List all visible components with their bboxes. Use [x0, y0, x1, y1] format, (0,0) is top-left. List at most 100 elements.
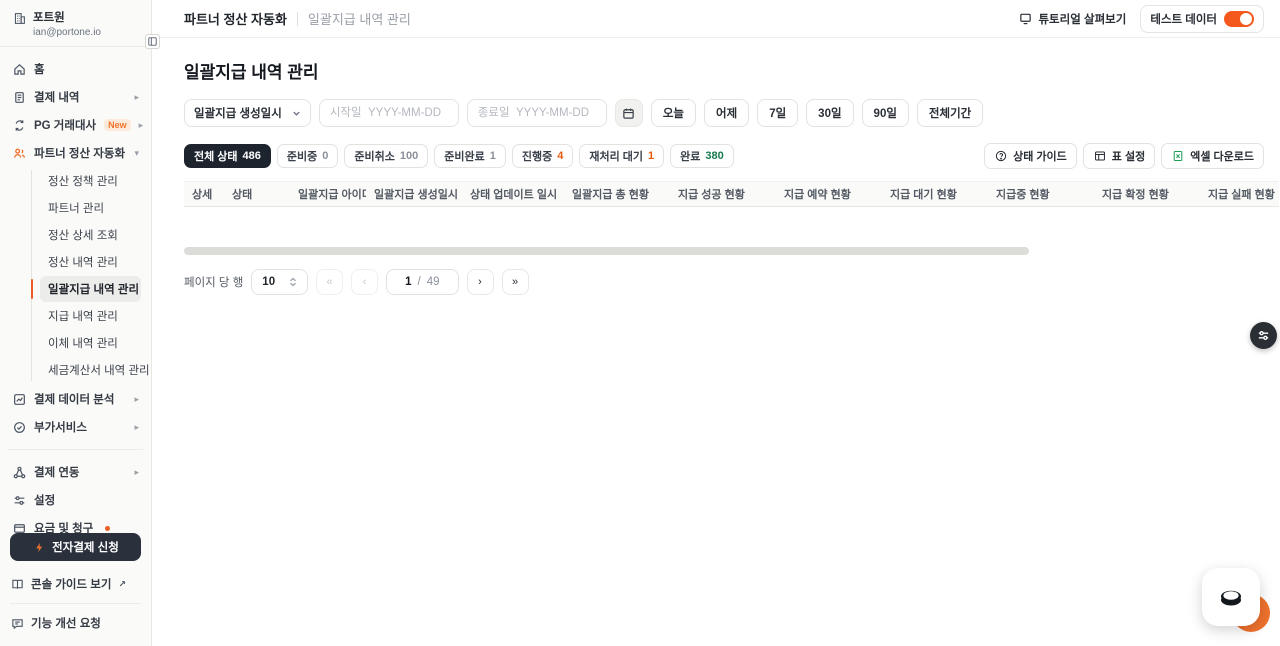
page-indicator[interactable]: 1 / 49	[386, 269, 458, 295]
sidebar-subitem[interactable]: 일괄지급 내역 관리	[40, 276, 141, 302]
tune-icon	[1257, 329, 1270, 342]
quick-range-button[interactable]: 30일	[806, 99, 853, 127]
guide-book-icon	[10, 577, 24, 591]
status-guide-button[interactable]: 상태 가이드	[984, 143, 1077, 169]
calendar-button[interactable]	[615, 99, 643, 127]
sidebar-item[interactable]: 파트너 정산 자동화 ▾	[6, 139, 145, 167]
sidebar-subitem[interactable]: 파트너 관리	[40, 195, 141, 221]
page-title: 일괄지급 내역 관리	[184, 58, 1280, 83]
status-count: 100	[400, 150, 418, 162]
epay-apply-button[interactable]: 전자결제 신청	[10, 533, 141, 561]
scrollbar-thumb[interactable]	[184, 247, 1029, 255]
sidebar-subitem[interactable]: 지급 내역 관리	[40, 303, 141, 329]
next-page-button[interactable]: ›	[467, 269, 494, 295]
status-count: 1	[648, 150, 654, 162]
sidebar-subitem[interactable]: 세금계산서 내역 관리	[40, 357, 141, 383]
sidebar-menu: 홈결제 내역 ▸ PG 거래대사New▸ 파트너 정산 자동화 ▾ 정산 정책 관리파트너…	[0, 47, 151, 533]
status-tab[interactable]: 전체 상태486	[184, 144, 271, 168]
notification-dot	[105, 526, 110, 531]
date-field-select[interactable]: 일괄지급 생성일시	[184, 99, 311, 127]
status-tab[interactable]: 준비취소100	[344, 144, 428, 168]
console-guide-link[interactable]: 콘솔 가이드 보기 ↗	[10, 571, 141, 597]
app-root: 포트원 ian@portone.io 홈결제 내역▸PG 거래대사New▸파트너…	[0, 0, 1280, 646]
sidebar-collapse-button[interactable]	[145, 34, 160, 49]
sidebar-item[interactable]: 설정	[6, 486, 145, 514]
status-tab[interactable]: 완료380	[670, 144, 734, 168]
sidebar-item[interactable]: 부가서비스▸	[6, 413, 145, 441]
status-tab[interactable]: 준비중0	[277, 144, 339, 168]
floating-filter-button[interactable]	[1250, 322, 1277, 349]
sidebar: 포트원 ian@portone.io 홈결제 내역▸PG 거래대사New▸파트너…	[0, 0, 152, 646]
settings-icon	[12, 493, 26, 507]
breadcrumb-page: 일괄지급 내역 관리	[308, 9, 411, 28]
sidebar-item[interactable]: PG 거래대사New▸	[6, 111, 145, 139]
quick-range-buttons: 오늘 어제 7일 30일 90일 전체기간	[651, 99, 983, 127]
sidebar-item[interactable]: 홈	[6, 55, 145, 83]
status-tab[interactable]: 준비완료1	[434, 144, 506, 168]
column-header: 상태 업데이트 일시	[462, 186, 564, 202]
start-date-input[interactable]	[319, 99, 459, 127]
external-link-icon: ↗	[118, 579, 126, 590]
status-count: 0	[322, 150, 328, 162]
billing-icon	[12, 521, 26, 533]
chevron-right-icon: ▸	[134, 394, 139, 405]
quick-range-button[interactable]: 7일	[757, 99, 798, 127]
status-tabs: 전체 상태486준비중0준비취소100준비완료1진행중4재처리 대기1완료380	[184, 144, 734, 168]
sidebar-item[interactable]: 요금 및 청구	[6, 514, 145, 533]
sidebar-subitem[interactable]: 이체 내역 관리	[40, 330, 141, 356]
main-area: 파트너 정산 자동화 일괄지급 내역 관리 튜토리얼 살펴보기 테스트 데이터 …	[152, 0, 1280, 646]
table-container: 상세상태일괄지급 아이디일괄지급 생성일시상태 업데이트 일시일괄지급 총 현황…	[184, 181, 1279, 207]
chat-widget-button[interactable]	[1202, 568, 1260, 626]
divider	[10, 603, 141, 604]
sidebar-item-label: 부가서비스	[34, 419, 87, 435]
receipt-icon	[12, 90, 26, 104]
table-settings-button[interactable]: 표 설정	[1083, 143, 1155, 169]
chevron-down-icon	[292, 109, 301, 118]
sidebar-subitem[interactable]: 정산 정책 관리	[40, 168, 141, 194]
quick-range-button[interactable]: 전체기간	[917, 99, 983, 127]
status-count: 4	[557, 150, 563, 162]
page-size-select[interactable]: 10	[251, 269, 308, 295]
filter-row: 일괄지급 생성일시 오늘 어제 7일 30일 90일 전체기간	[184, 99, 1280, 127]
question-icon	[994, 149, 1008, 163]
status-tab[interactable]: 재처리 대기1	[579, 144, 664, 168]
column-header: 상세	[184, 186, 224, 202]
divider	[8, 449, 143, 450]
chevron-down-icon: ▾	[134, 148, 139, 159]
account-switcher[interactable]: 포트원 ian@portone.io	[0, 0, 151, 47]
quick-range-button[interactable]: 90일	[862, 99, 909, 127]
chevron-right-icon: ▸	[134, 467, 139, 478]
sidebar-item-label: PG 거래대사	[34, 117, 96, 133]
rows-per-page-label: 페이지 당 행	[184, 274, 243, 290]
sidebar-item[interactable]: 결제 내역 ▸	[6, 83, 145, 111]
sidebar-subitem[interactable]: 정산 내역 관리	[40, 249, 141, 275]
feedback-icon	[10, 616, 24, 630]
first-page-button[interactable]: «	[316, 269, 343, 295]
sidebar-item[interactable]: 결제 데이터 분석▸	[6, 385, 145, 413]
excel-icon	[1171, 149, 1185, 163]
integration-icon	[12, 465, 26, 479]
excel-download-button[interactable]: 엑셀 다운로드	[1161, 143, 1264, 169]
home-icon	[12, 62, 26, 76]
test-data-toggle[interactable]	[1224, 11, 1254, 27]
test-data-toggle-pill[interactable]: 테스트 데이터	[1140, 5, 1264, 33]
column-header: 상태	[224, 186, 290, 202]
quick-range-button[interactable]: 어제	[704, 99, 749, 127]
breadcrumb-section[interactable]: 파트너 정산 자동화	[184, 9, 287, 28]
tutorial-button[interactable]: 튜토리얼 살펴보기	[1018, 11, 1126, 27]
chevron-right-icon: ▸	[134, 92, 139, 103]
last-page-button[interactable]: »	[502, 269, 529, 295]
feature-request-link[interactable]: 기능 개선 요청	[10, 610, 141, 636]
status-tab[interactable]: 진행중4	[512, 144, 574, 168]
quick-range-button[interactable]: 오늘	[651, 99, 696, 127]
prev-page-button[interactable]: ‹	[351, 269, 378, 295]
addon-icon	[12, 420, 26, 434]
account-email: ian@portone.io	[33, 27, 101, 38]
sidebar-item-label: 파트너 정산 자동화	[34, 145, 125, 161]
sidebar-item[interactable]: 결제 연동▸	[6, 458, 145, 486]
sidebar-item-label: 결제 내역	[34, 89, 80, 105]
content: 일괄지급 내역 관리 일괄지급 생성일시 오늘 어제 7일 30일 90일 전체기간 전체…	[152, 38, 1280, 646]
end-date-input[interactable]	[467, 99, 607, 127]
sidebar-subitem[interactable]: 정산 상세 조회	[40, 222, 141, 248]
tutorial-book-icon	[1018, 12, 1032, 26]
